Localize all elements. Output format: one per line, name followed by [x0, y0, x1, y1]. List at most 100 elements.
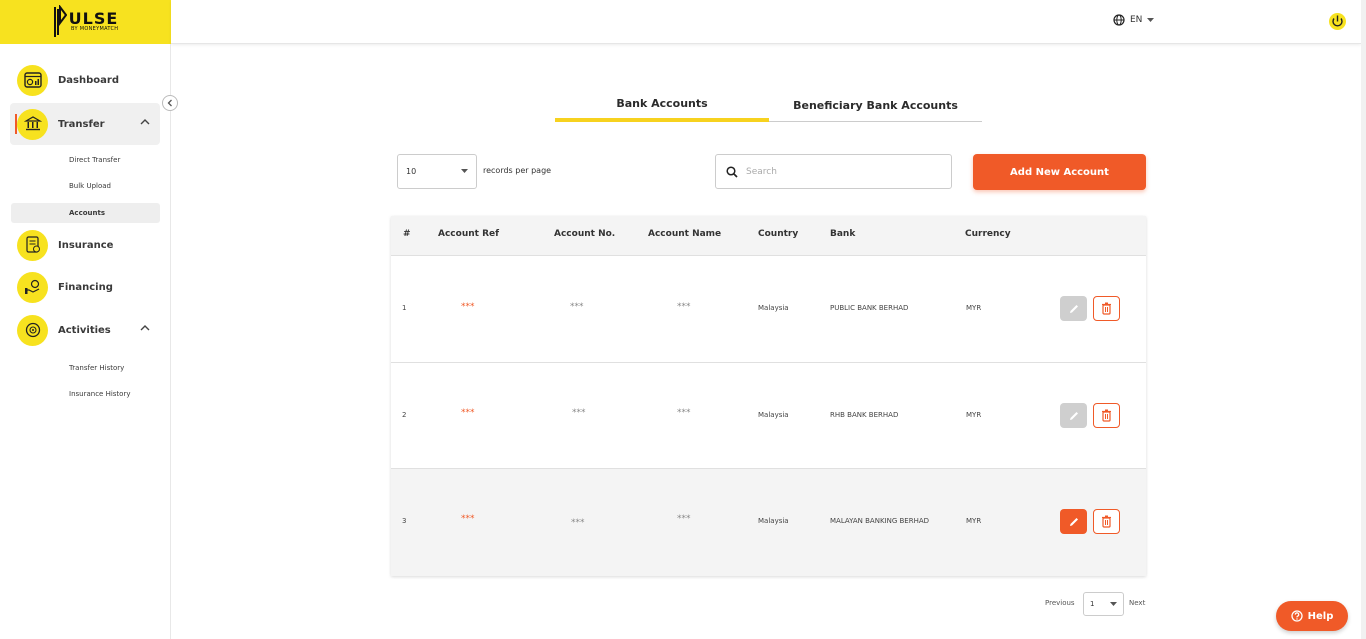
financing-icon-wrap: [17, 271, 48, 303]
globe-icon: [1113, 14, 1125, 26]
sidebar-collapse-button[interactable]: [162, 95, 178, 111]
sidebar-item-dashboard[interactable]: Dashboard: [10, 59, 160, 101]
column-header-currency: Currency: [965, 229, 1011, 239]
column-header-country: Country: [758, 229, 799, 239]
records-per-page-select[interactable]: 10: [397, 154, 477, 189]
pagination-previous[interactable]: Previous: [1045, 599, 1075, 607]
dashboard-icon: [23, 72, 42, 88]
table-row: 1 *** *** *** Malaysia PUBLIC BANK BERHA…: [391, 256, 1146, 363]
cell-bank: MALAYAN BANKING BERHAD: [830, 517, 930, 525]
pulse-logo: ULSE BY MONEYMATCH: [53, 5, 119, 39]
column-header-account-ref: Account Ref: [438, 229, 500, 239]
sidebar-item-label: Financing: [58, 281, 113, 293]
app-root: ULSE BY MONEYMATCH EN Dashboard Transfer…: [0, 0, 1366, 639]
pagination-next[interactable]: Next: [1129, 599, 1145, 607]
cell-account-name: ***: [677, 514, 691, 524]
cell-currency: MYR: [966, 304, 982, 312]
trash-icon: [1102, 302, 1111, 315]
accounts-table: # Account Ref Account No. Account Name C…: [391, 216, 1146, 576]
cell-number: 2: [402, 411, 407, 419]
sidebar: Dashboard Transfer Direct Transfer Bulk …: [0, 44, 171, 639]
dashboard-icon-wrap: [17, 64, 48, 96]
trash-icon: [1102, 515, 1111, 528]
search-box: [715, 154, 952, 189]
pagination-page-value: 1: [1090, 600, 1095, 608]
edit-button[interactable]: [1060, 403, 1087, 428]
cell-country: Malaysia: [758, 517, 789, 525]
sidebar-subitem-insurance-history[interactable]: Insurance History: [11, 384, 160, 404]
language-selector[interactable]: EN: [1113, 14, 1155, 26]
column-header-account-name: Account Name: [648, 229, 722, 239]
caret-down-icon: [461, 169, 468, 173]
question-circle-icon: [1290, 610, 1303, 622]
language-label: EN: [1130, 15, 1143, 25]
sidebar-item-activities[interactable]: Activities: [10, 309, 160, 351]
help-button[interactable]: Help: [1276, 601, 1348, 631]
power-icon[interactable]: [1328, 12, 1347, 31]
delete-button[interactable]: [1093, 509, 1120, 534]
sidebar-item-insurance[interactable]: Insurance: [10, 224, 160, 266]
sidebar-item-label: Dashboard: [58, 74, 119, 86]
caret-down-icon: [1110, 601, 1117, 606]
edit-button[interactable]: [1060, 509, 1087, 534]
table-row: 3 *** *** *** Malaysia MALAYAN BANKING B…: [391, 469, 1146, 576]
cell-account-no: ***: [572, 408, 586, 418]
activities-icon: [25, 322, 40, 338]
pagination-page-select[interactable]: 1: [1083, 592, 1124, 616]
column-header-number: #: [403, 229, 411, 239]
cell-account-no: ***: [571, 518, 585, 528]
logo-area[interactable]: ULSE BY MONEYMATCH: [0, 0, 171, 44]
pencil-icon: [1069, 517, 1078, 526]
chevron-up-icon[interactable]: [140, 117, 150, 127]
records-per-page-label: records per page: [483, 166, 552, 175]
delete-button[interactable]: [1093, 403, 1120, 428]
insurance-icon: [25, 236, 40, 253]
tab-bank-accounts[interactable]: Bank Accounts: [555, 88, 769, 122]
brand-name: ULSE: [68, 9, 119, 28]
cell-number: 3: [402, 517, 407, 525]
sidebar-item-label: Activities: [58, 324, 111, 336]
cell-account-ref: ***: [461, 302, 475, 312]
cell-account-no: ***: [570, 302, 584, 312]
activities-icon-wrap: [17, 314, 48, 346]
cell-number: 1: [402, 304, 407, 312]
sidebar-subitem-transfer-history[interactable]: Transfer History: [11, 358, 160, 378]
sidebar-item-label: Insurance: [58, 239, 114, 251]
column-header-bank: Bank: [830, 229, 856, 239]
column-header-account-no: Account No.: [554, 229, 616, 239]
help-label: Help: [1307, 610, 1334, 622]
sidebar-subitem-direct-transfer[interactable]: Direct Transfer: [11, 150, 160, 170]
pencil-icon: [1069, 411, 1078, 420]
trash-icon: [1102, 409, 1111, 422]
chevron-left-icon: [167, 99, 172, 107]
cell-country: Malaysia: [758, 411, 789, 419]
chevron-up-icon[interactable]: [140, 323, 150, 333]
pencil-icon: [1069, 304, 1078, 313]
search-icon: [726, 165, 738, 178]
financing-hand-coin-icon: [24, 279, 39, 294]
sidebar-item-transfer[interactable]: Transfer: [10, 103, 160, 145]
add-new-account-button[interactable]: Add New Account: [973, 154, 1146, 190]
cell-currency: MYR: [966, 411, 982, 419]
bank-transfer-icon: [23, 116, 42, 131]
cell-currency: MYR: [966, 517, 982, 525]
top-bar: EN: [171, 0, 1361, 44]
active-indicator: [15, 114, 17, 134]
sidebar-item-financing[interactable]: Financing: [10, 266, 160, 308]
pulse-logo-icon: [53, 5, 67, 37]
table-row: 2 *** *** *** Malaysia RHB BANK BERHAD M…: [391, 363, 1146, 469]
records-value: 10: [406, 167, 417, 176]
search-input[interactable]: [746, 166, 936, 177]
delete-button[interactable]: [1093, 296, 1120, 321]
sidebar-subitem-bulk-upload[interactable]: Bulk Upload: [11, 176, 160, 196]
transfer-icon-wrap: [17, 108, 48, 140]
insurance-icon-wrap: [17, 229, 48, 261]
brand-tagline: BY MONEYMATCH: [71, 26, 119, 32]
account-tabs: Bank Accounts Beneficiary Bank Accounts: [555, 88, 982, 122]
tab-beneficiary-bank-accounts[interactable]: Beneficiary Bank Accounts: [769, 88, 982, 122]
cell-account-name: ***: [677, 408, 691, 418]
scrollbar[interactable]: [1361, 0, 1366, 639]
edit-button[interactable]: [1060, 296, 1087, 321]
cell-account-ref: ***: [461, 408, 475, 418]
sidebar-subitem-accounts[interactable]: Accounts: [11, 203, 160, 223]
